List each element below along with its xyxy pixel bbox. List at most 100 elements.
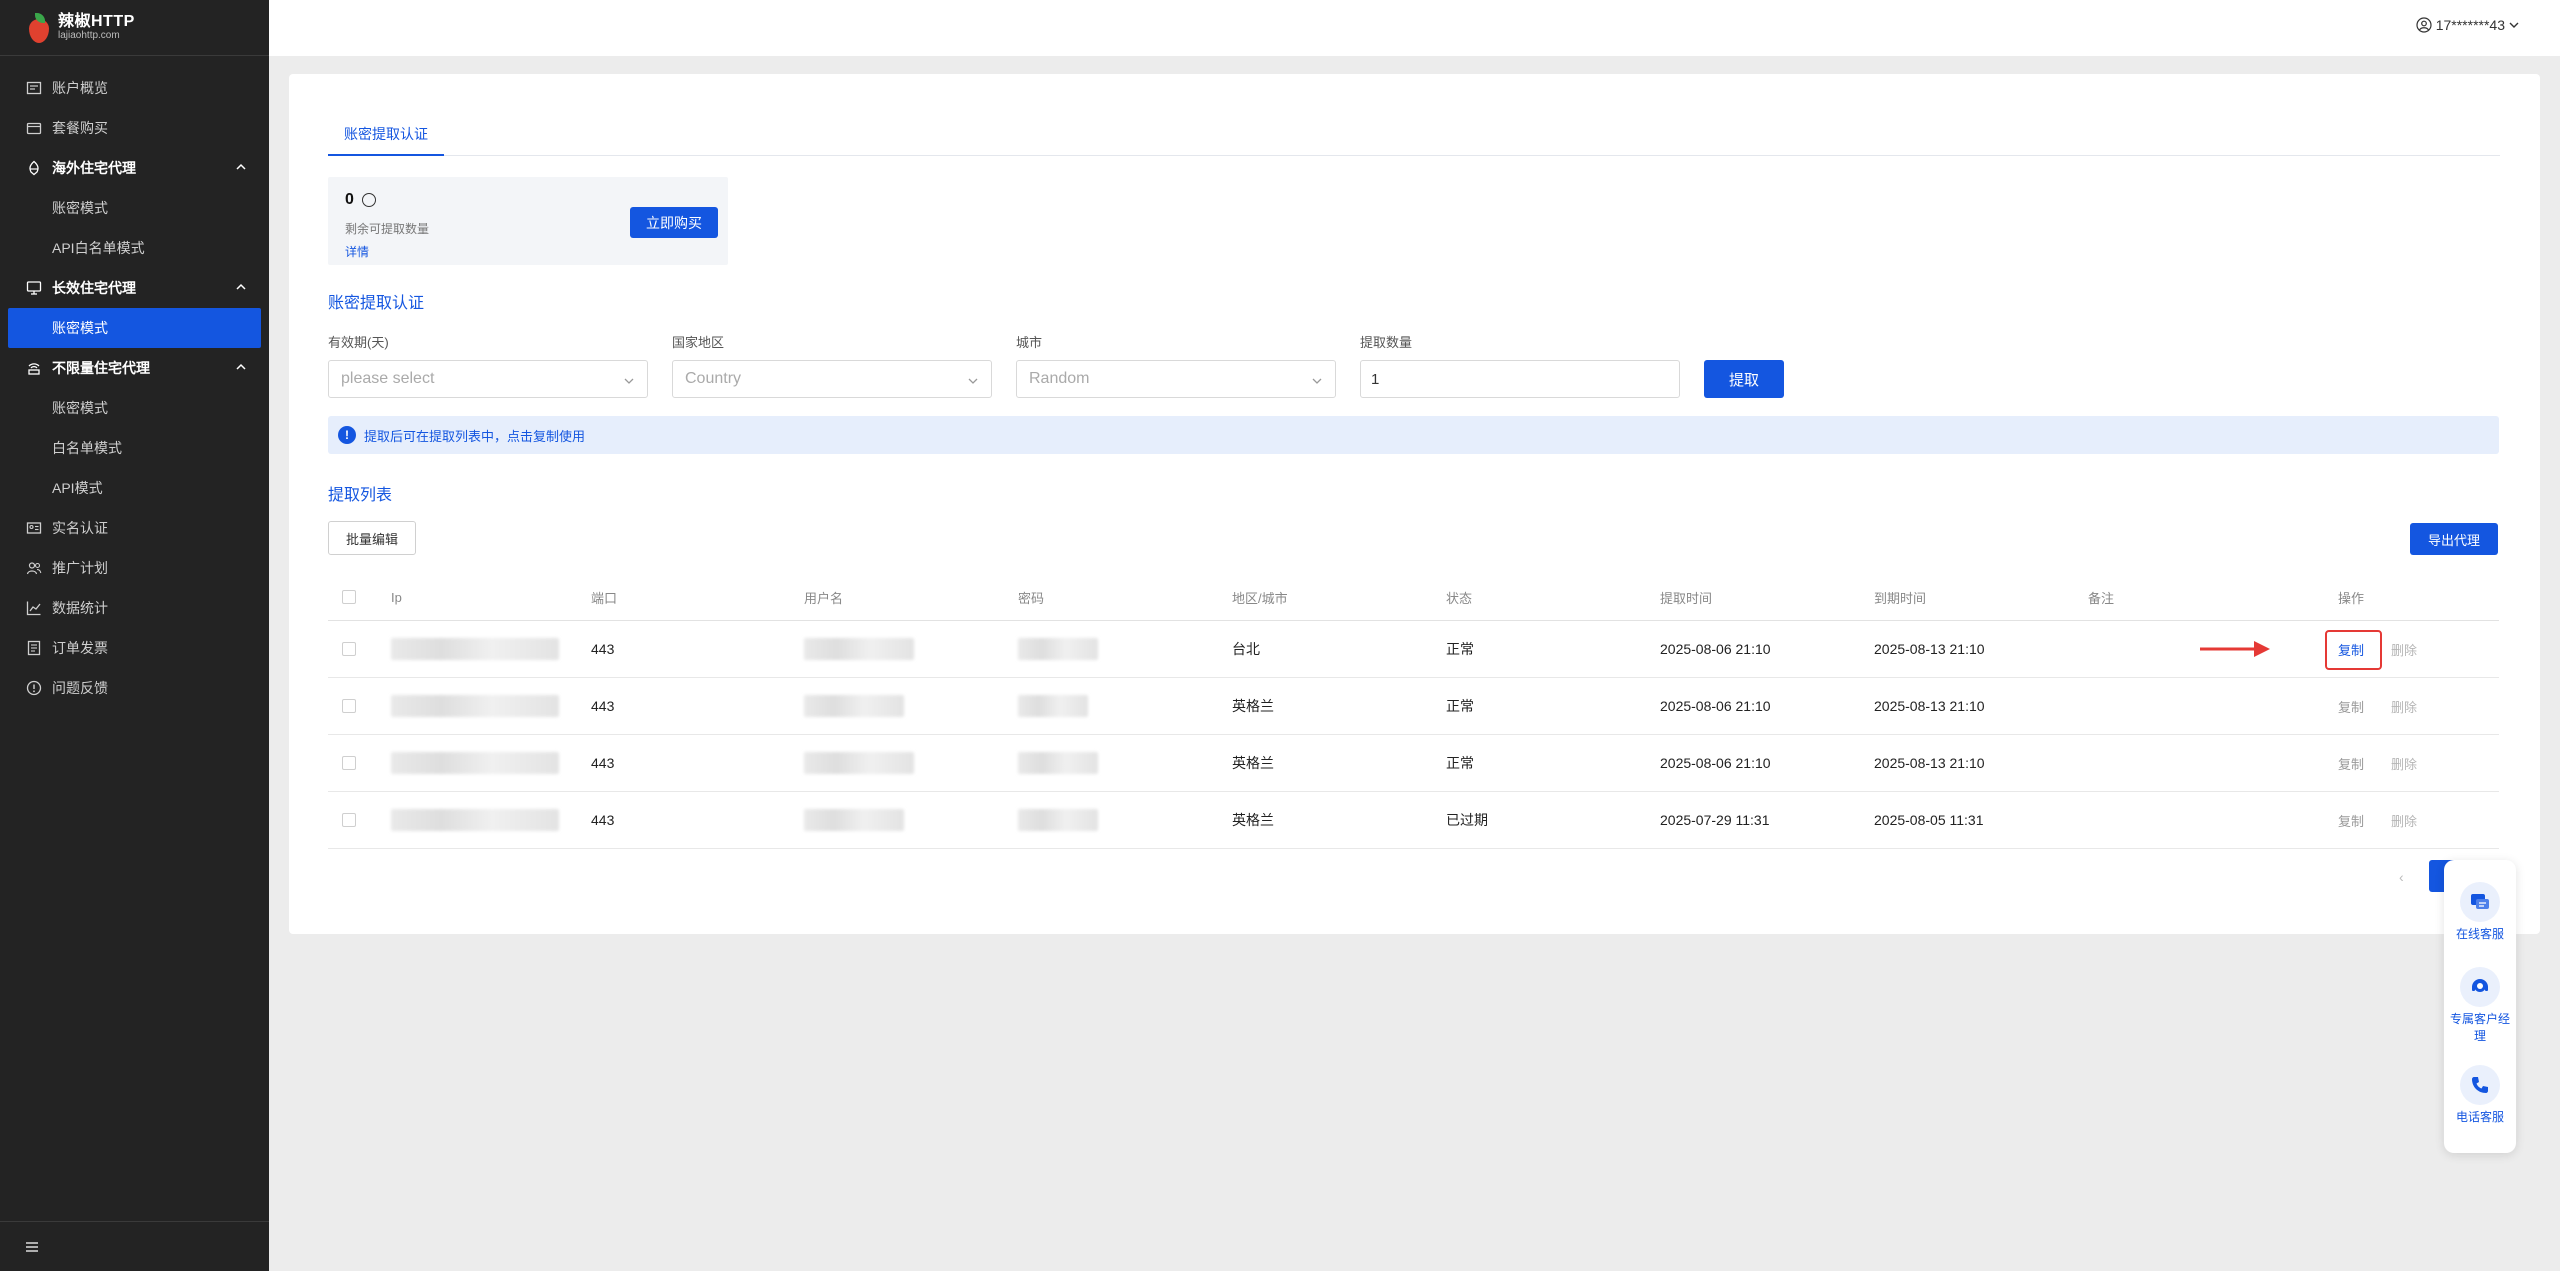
password-redacted — [1018, 809, 1098, 831]
online-service-label: 在线客服 — [2455, 927, 2504, 941]
buy-now-button[interactable]: 立即购买 — [630, 207, 718, 238]
sidebar-item-verification[interactable]: 实名认证 — [0, 508, 269, 548]
password-redacted — [1018, 695, 1088, 717]
sidebar-item-label: 账密模式 — [52, 400, 108, 416]
detail-link[interactable]: 详情 — [345, 243, 369, 260]
row-checkbox[interactable] — [342, 756, 356, 770]
sidebar-item-referral[interactable]: 推广计划 — [0, 548, 269, 588]
sidebar-group-unlimited-residential[interactable]: 不限量住宅代理 — [0, 348, 269, 388]
tab-account-extract[interactable]: 账密提取认证 — [328, 114, 444, 156]
top-header: 17*******43 — [269, 0, 2560, 56]
validity-placeholder: please select — [341, 370, 435, 387]
sidebar: 辣椒HTTP lajiaohttp.com 账户概览 套餐购买 海外住宅代理 账… — [0, 0, 269, 1271]
row-checkbox[interactable] — [342, 699, 356, 713]
row-checkbox[interactable] — [342, 642, 356, 656]
sidebar-item-long-term-account[interactable]: 账密模式 — [8, 308, 261, 348]
chevron-down-icon — [968, 378, 978, 384]
validity-select[interactable]: please select — [328, 360, 648, 398]
password-redacted — [1018, 638, 1098, 660]
delete-button[interactable]: 删除 — [2391, 621, 2417, 677]
sidebar-item-label: 账密模式 — [52, 200, 108, 216]
username-redacted — [804, 695, 904, 717]
delete-button[interactable]: 删除 — [2391, 735, 2417, 791]
country-select[interactable]: Country — [672, 360, 992, 398]
info-icon: ! — [338, 426, 356, 444]
sidebar-item-label: 账户概览 — [52, 80, 108, 96]
sidebar-group-overseas-residential[interactable]: 海外住宅代理 — [0, 148, 269, 188]
sidebar-group-long-term-residential[interactable]: 长效住宅代理 — [0, 268, 269, 308]
sidebar-item-label: 推广计划 — [52, 560, 108, 576]
column-header-expire-time: 到期时间 — [1874, 590, 1927, 606]
sidebar-item-label: API模式 — [52, 480, 103, 496]
form-section-title: 账密提取认证 — [328, 295, 425, 312]
sidebar-item-unlimited-account[interactable]: 账密模式 — [0, 388, 269, 428]
copy-button[interactable]: 复制 — [2338, 735, 2364, 791]
copy-button[interactable]: 复制 — [2338, 678, 2364, 734]
copy-button[interactable]: 复制 — [2338, 792, 2364, 848]
status-cell: 正常 — [1446, 698, 1474, 714]
sidebar-item-overseas-api[interactable]: API白名单模式 — [0, 228, 269, 268]
sidebar-item-label: 海外住宅代理 — [52, 160, 136, 176]
validity-label: 有效期(天) — [328, 335, 389, 350]
user-menu[interactable]: 17*******43 — [2416, 17, 2524, 33]
row-checkbox[interactable] — [342, 813, 356, 827]
select-all-checkbox[interactable] — [342, 590, 356, 604]
feedback-icon — [26, 680, 42, 696]
username-redacted — [804, 809, 904, 831]
extract-time-cell: 2025-07-29 11:31 — [1660, 812, 1770, 828]
online-service-button[interactable]: 在线客服 — [2444, 882, 2516, 943]
delete-button[interactable]: 删除 — [2391, 678, 2417, 734]
column-header-status: 状态 — [1446, 590, 1473, 606]
chevron-down-icon — [624, 378, 634, 384]
column-header-actions: 操作 — [2338, 590, 2365, 606]
ip-redacted — [391, 752, 559, 774]
brand-logo[interactable]: 辣椒HTTP lajiaohttp.com — [0, 0, 269, 56]
sidebar-item-feedback[interactable]: 问题反馈 — [0, 668, 269, 708]
chart-icon — [26, 600, 42, 616]
column-header-note: 备注 — [2088, 590, 2115, 606]
quantity-input[interactable]: 1 — [1360, 360, 1680, 398]
chevron-up-icon — [236, 363, 246, 370]
user-avatar-icon — [2416, 17, 2432, 33]
sidebar-item-label: 实名认证 — [52, 520, 108, 536]
phone-service-button[interactable]: 电话客服 — [2444, 1065, 2516, 1126]
router-icon — [26, 360, 42, 376]
delete-button[interactable]: 删除 — [2391, 792, 2417, 848]
extract-time-cell: 2025-08-06 21:10 — [1660, 641, 1771, 657]
sidebar-item-overview[interactable]: 账户概览 — [0, 68, 269, 108]
export-proxy-button[interactable]: 导出代理 — [2410, 523, 2498, 555]
region-cell: 英格兰 — [1232, 812, 1274, 828]
region-cell: 英格兰 — [1232, 698, 1274, 714]
chevron-up-icon — [236, 163, 246, 170]
column-header-ip: Ip — [391, 589, 402, 605]
balance-panel: 0 剩余可提取数量 详情 立即购买 — [328, 177, 728, 265]
extract-button[interactable]: 提取 — [1704, 360, 1784, 398]
sidebar-item-overseas-account[interactable]: 账密模式 — [0, 188, 269, 228]
account-manager-button[interactable]: 专属客户经理 — [2444, 967, 2516, 1045]
list-section-title: 提取列表 — [328, 487, 393, 504]
sidebar-item-label: 问题反馈 — [52, 680, 108, 696]
sidebar-item-label: 数据统计 — [52, 600, 108, 616]
sidebar-item-unlimited-whitelist[interactable]: 白名单模式 — [0, 428, 269, 468]
column-header-password: 密码 — [1018, 590, 1045, 606]
sidebar-item-unlimited-api[interactable]: API模式 — [0, 468, 269, 508]
sidebar-item-invoices[interactable]: 订单发票 — [0, 628, 269, 668]
city-select[interactable]: Random — [1016, 360, 1336, 398]
sidebar-item-statistics[interactable]: 数据统计 — [0, 588, 269, 628]
chat-icon — [2460, 882, 2500, 922]
sidebar-item-purchase[interactable]: 套餐购买 — [0, 108, 269, 148]
prev-page-button[interactable]: ‹ — [2399, 869, 2404, 885]
table-row: 443 台北 正常 2025-08-06 21:10 2025-08-13 21… — [328, 621, 2499, 678]
sidebar-item-label: 账密模式 — [52, 320, 108, 336]
username-redacted — [804, 638, 914, 660]
column-header-port: 端口 — [591, 590, 618, 606]
collapse-menu-button[interactable] — [0, 1221, 269, 1271]
port-cell: 443 — [591, 698, 615, 714]
copy-button[interactable]: 复制 — [2338, 621, 2364, 677]
main-card: 账密提取认证 0 剩余可提取数量 详情 立即购买 账密提取认证 有效期(天) p… — [289, 74, 2540, 934]
city-label: 城市 — [1016, 335, 1043, 350]
hamburger-icon — [26, 1241, 38, 1252]
expire-time-cell: 2025-08-05 11:31 — [1874, 812, 1984, 828]
batch-edit-button[interactable]: 批量编辑 — [328, 521, 416, 555]
quantity-label: 提取数量 — [1360, 335, 1413, 350]
